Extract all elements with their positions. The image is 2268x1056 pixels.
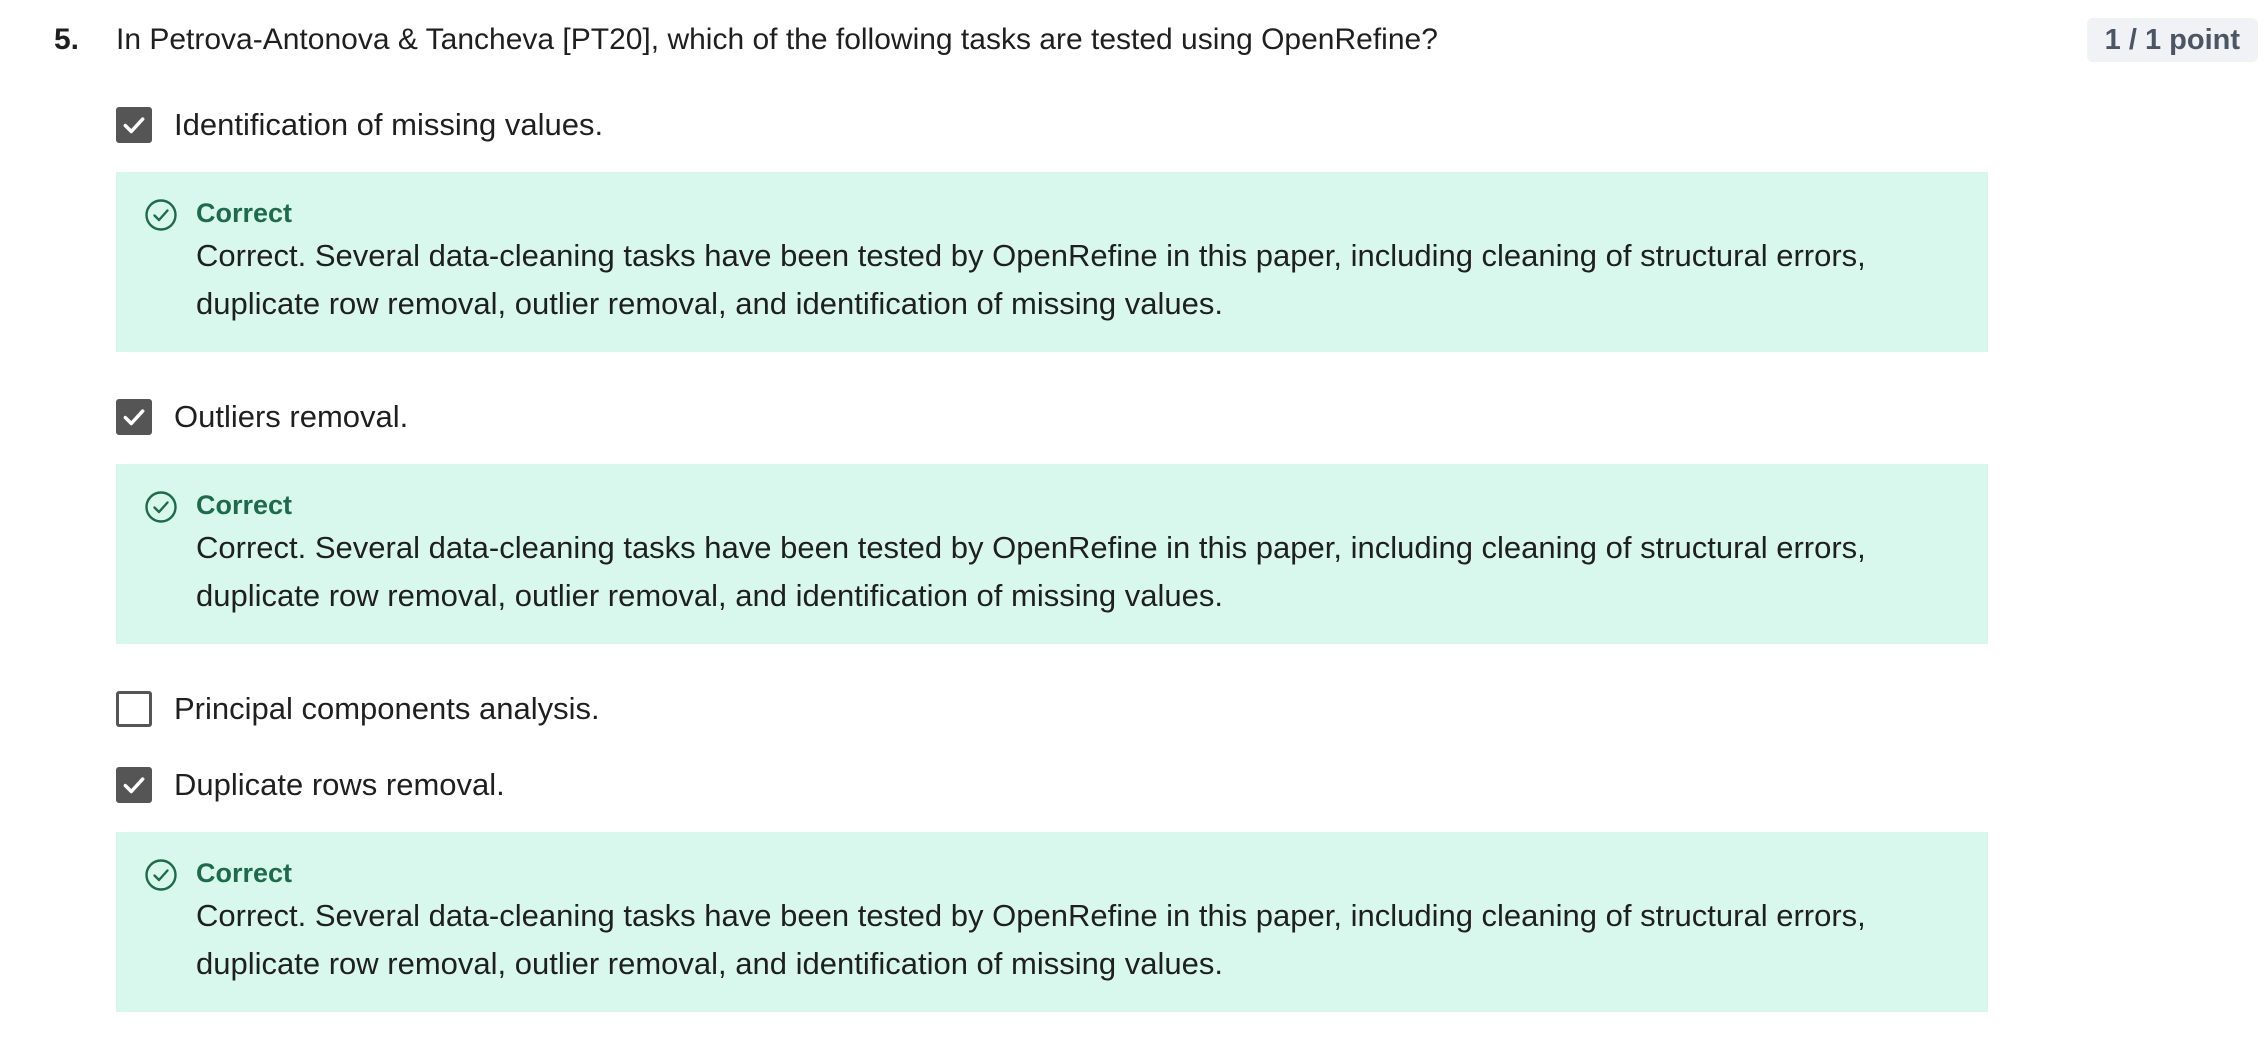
- option-label: Identification of missing values.: [174, 107, 604, 142]
- checkbox-checked[interactable]: [116, 107, 152, 143]
- feedback-correct: Correct Correct. Several data-cleaning t…: [116, 832, 1988, 1012]
- question-text: In Petrova-Antonova & Tancheva [PT20], w…: [116, 23, 1438, 56]
- checkmark-icon: [123, 117, 145, 134]
- check-circle-icon: [145, 199, 177, 231]
- check-circle-icon: [145, 859, 177, 891]
- feedback-text: Correct. Several data-cleaning tasks hav…: [196, 238, 1866, 321]
- feedback-text: Correct. Several data-cleaning tasks hav…: [196, 898, 1866, 981]
- checkbox-checked[interactable]: [116, 767, 152, 803]
- option-label: Duplicate rows removal.: [174, 767, 505, 802]
- checkbox-unchecked[interactable]: [116, 691, 152, 727]
- option-duplicate-rows[interactable]: Duplicate rows removal.: [116, 760, 1988, 810]
- feedback-correct: Correct Correct. Several data-cleaning t…: [116, 172, 1988, 352]
- option-principal-components[interactable]: Principal components analysis.: [116, 684, 1988, 734]
- checkmark-icon: [123, 409, 145, 426]
- question-number: 5.: [54, 23, 80, 56]
- check-circle-icon: [145, 491, 177, 523]
- option-missing-values[interactable]: Identification of missing values.: [116, 100, 1988, 150]
- option-label: Outliers removal.: [174, 399, 409, 434]
- option-label: Principal components analysis.: [174, 691, 600, 726]
- feedback-title: Correct: [196, 490, 293, 520]
- feedback-title: Correct: [196, 198, 293, 228]
- feedback-title: Correct: [196, 858, 293, 888]
- answer-options: Identification of missing values. Correc…: [116, 100, 1988, 1012]
- feedback-correct: Correct Correct. Several data-cleaning t…: [116, 464, 1988, 644]
- option-outliers-removal[interactable]: Outliers removal.: [116, 392, 1988, 442]
- points-badge: 1 / 1 point: [2086, 18, 2258, 62]
- checkmark-icon: [123, 777, 145, 794]
- checkbox-checked[interactable]: [116, 399, 152, 435]
- feedback-text: Correct. Several data-cleaning tasks hav…: [196, 530, 1866, 613]
